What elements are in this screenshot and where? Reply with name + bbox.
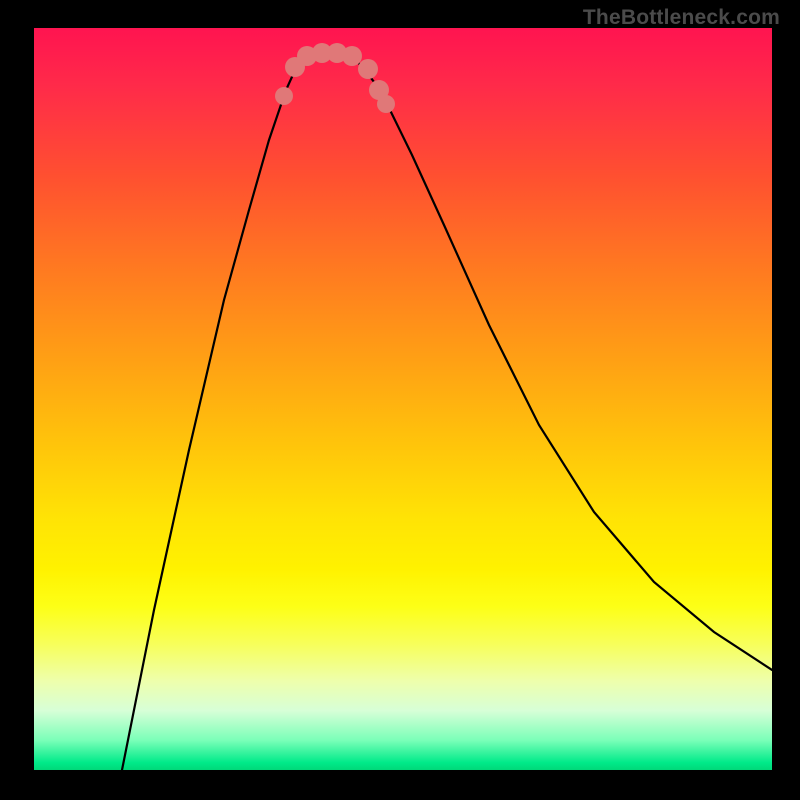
marker-dot bbox=[358, 59, 378, 79]
highlight-markers bbox=[275, 43, 395, 113]
chart-svg bbox=[34, 28, 772, 770]
bottleneck-curve bbox=[122, 53, 772, 770]
watermark-text: TheBottleneck.com bbox=[583, 6, 780, 30]
marker-dot bbox=[342, 46, 362, 66]
marker-dot bbox=[275, 87, 293, 105]
marker-dot bbox=[377, 95, 395, 113]
